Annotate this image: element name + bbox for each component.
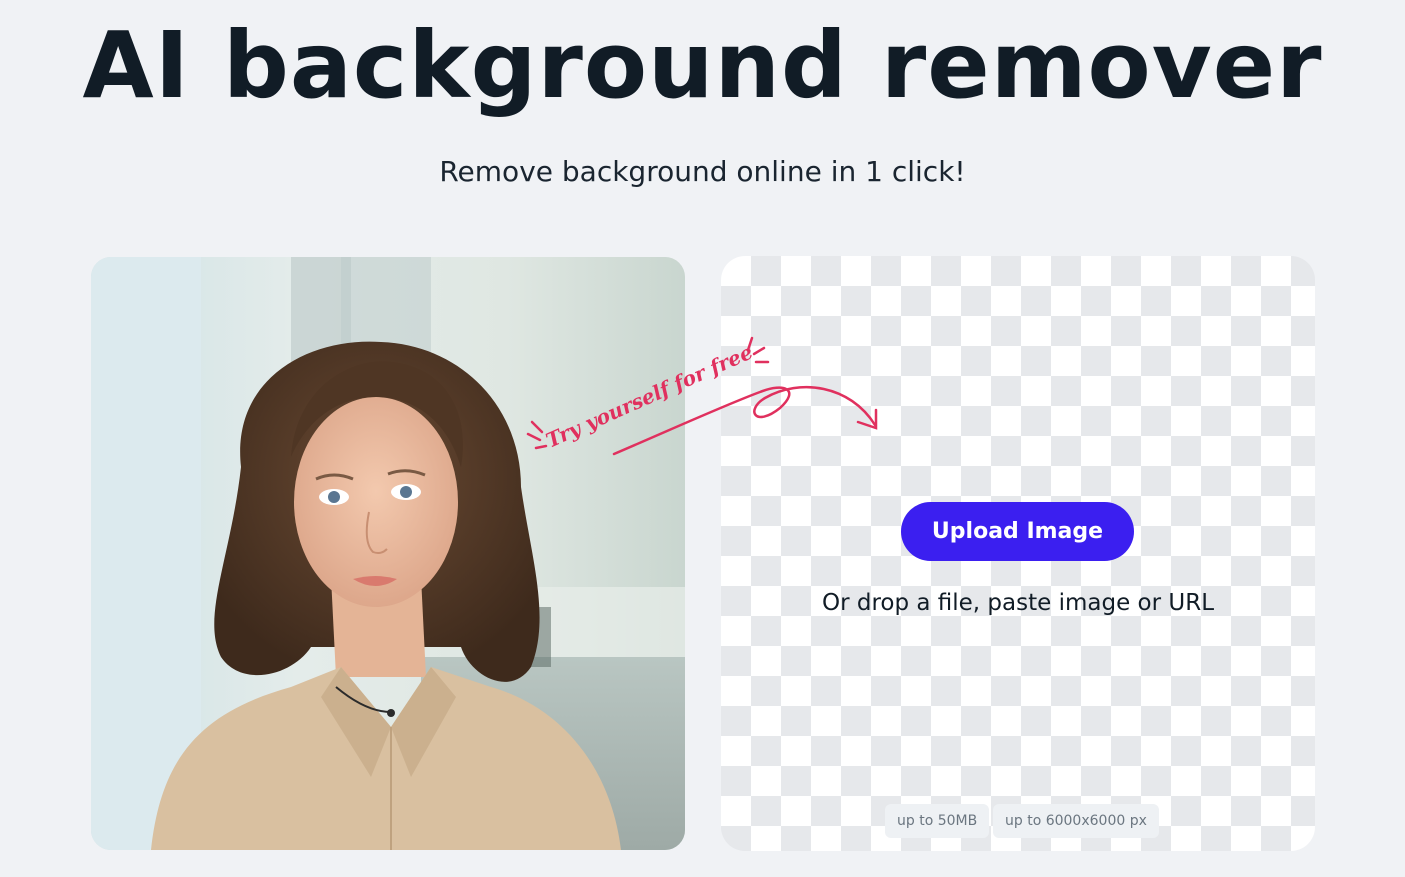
drop-hint: Or drop a file, paste image or URL (821, 590, 1215, 616)
page-title: AI background remover (82, 12, 1323, 119)
page: AI background remover Remove background … (0, 0, 1405, 877)
file-size-limit-badge: up to 50MB (885, 804, 990, 838)
page-subtitle: Remove background online in 1 click! (439, 155, 966, 188)
upload-dropzone[interactable]: Upload Image Or drop a file, paste image… (721, 256, 1315, 851)
sample-photo (91, 257, 685, 850)
dimension-limit-badge: up to 6000x6000 px (993, 804, 1159, 838)
upload-image-button[interactable]: Upload Image (901, 502, 1134, 561)
